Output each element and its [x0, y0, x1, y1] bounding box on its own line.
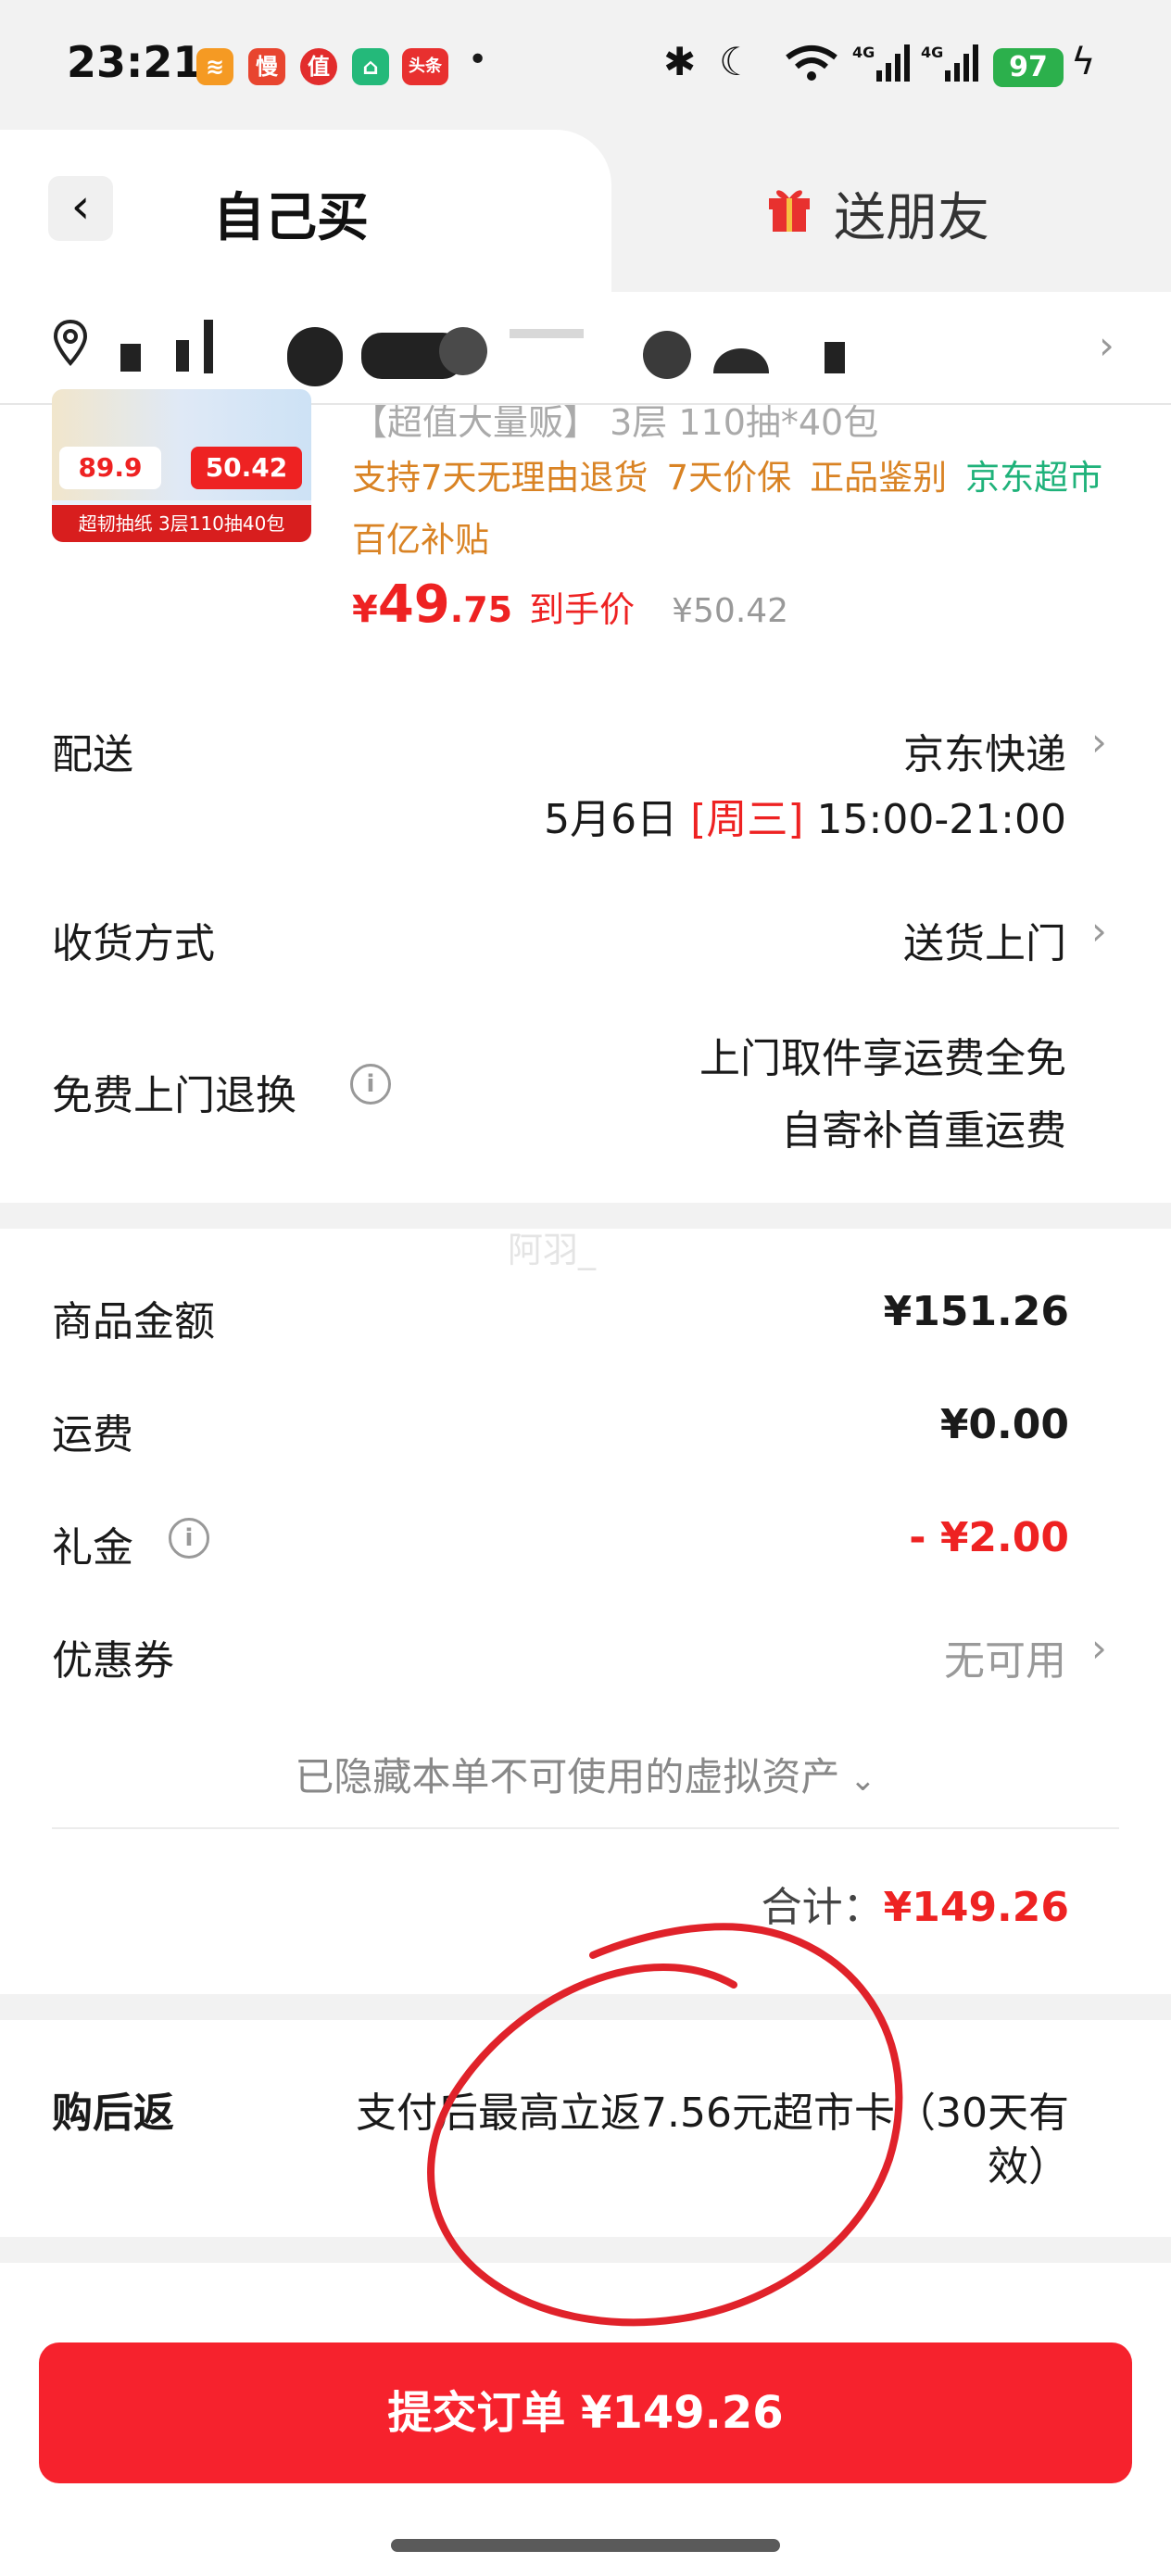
info-icon[interactable]: i: [169, 1518, 209, 1559]
svg-text:4G: 4G: [921, 44, 943, 61]
rebate-text-line2: 效）: [988, 2143, 1069, 2191]
tab-self-buy-label[interactable]: 自己买: [213, 176, 369, 251]
notification-dot-icon: •: [468, 41, 488, 79]
gift-money-value: - ¥2.00: [909, 1514, 1069, 1561]
product-title: 【超值大量贩】 3层 110抽*40包: [352, 402, 879, 443]
price-label: 到手价: [529, 589, 636, 630]
redacted-address: [120, 320, 845, 386]
shipping-label: 运费: [52, 1411, 133, 1458]
do-not-disturb-icon: ☾: [719, 39, 754, 84]
hidden-assets-toggle[interactable]: 已隐藏本单不可使用的虚拟资产 ⌄: [0, 1746, 1171, 1802]
delivery-label: 配送: [52, 731, 133, 778]
value-app-icon: 值: [300, 48, 337, 85]
home-indicator[interactable]: [391, 2539, 780, 2552]
signal-4g-icon: 4G: [852, 44, 910, 82]
svg-text:4G: 4G: [852, 44, 875, 61]
free-return-label: 免费上门退换: [52, 1072, 296, 1119]
signal-4g-icon: 4G: [921, 44, 978, 82]
receive-method-label: 收货方式: [52, 920, 215, 967]
delivery-value[interactable]: 京东快递: [903, 721, 1066, 780]
divider: [52, 1827, 1119, 1829]
charging-icon: ϟ: [1071, 41, 1096, 83]
thumb-caption: 超韧抽纸 3层110抽40包: [52, 505, 311, 542]
free-return-line2: 自寄补首重运费: [781, 1107, 1066, 1155]
goods-amount-label: 商品金额: [52, 1298, 215, 1345]
thumb-price-after: 50.42: [191, 447, 302, 489]
house-app-icon: ⌂: [352, 48, 389, 85]
battery-level: 97: [993, 48, 1064, 87]
price-decimal: .75: [449, 589, 513, 630]
info-icon[interactable]: i: [350, 1064, 391, 1105]
back-button[interactable]: ‹: [48, 176, 113, 241]
price-symbol: ¥: [352, 588, 378, 631]
location-pin-icon: [53, 319, 88, 367]
promo-subsidy: 百亿补贴: [352, 520, 489, 560]
product-price: ¥49.75 到手价 ¥50.42: [352, 575, 788, 635]
delivery-chevron-icon[interactable]: ›: [1091, 719, 1107, 764]
promo-authentic: 正品鉴别: [810, 458, 948, 498]
promo-return: 支持7天无理由退货: [352, 458, 648, 498]
status-time: 23:21: [67, 37, 203, 87]
product-promos: 支持7天无理由退货 7天价保 正品鉴别 京东超市: [352, 449, 1102, 499]
address-chevron-icon[interactable]: ›: [1099, 322, 1114, 368]
coupon-label: 优惠券: [52, 1637, 174, 1685]
stack-app-icon: ≋: [196, 48, 233, 85]
slow-app-icon: 慢: [248, 48, 285, 85]
toutiao-app-icon: 头条: [402, 48, 448, 85]
coupon-chevron-icon[interactable]: ›: [1091, 1625, 1107, 1671]
delivery-date: 5月6日: [544, 796, 678, 843]
goods-amount-value: ¥151.26: [883, 1288, 1069, 1335]
gift-icon[interactable]: [765, 182, 813, 234]
price-original: ¥50.42: [672, 592, 789, 630]
receive-method-chevron-icon[interactable]: ›: [1091, 908, 1107, 953]
wifi-icon: [786, 45, 837, 81]
product-thumbnail[interactable]: 89.9 50.42 超韧抽纸 3层110抽40包: [52, 389, 311, 542]
promo-price-protect: 7天价保: [666, 458, 792, 498]
gift-money-label: 礼金: [52, 1524, 133, 1572]
rebate-label: 购后返: [52, 2090, 174, 2137]
delivery-window: 15:00-21:00: [816, 796, 1066, 843]
chevron-down-icon: ⌄: [839, 1762, 876, 1799]
price-integer: 49: [377, 575, 450, 635]
shipping-value: ¥0.00: [939, 1401, 1069, 1448]
delivery-weekday: [周三]: [690, 796, 804, 843]
watermark: 阿羽_: [508, 1230, 597, 1270]
bluetooth-icon: ✱: [663, 39, 697, 84]
promo-jd-supermarket: 京东超市: [965, 458, 1103, 498]
hidden-assets-label: 已隐藏本单不可使用的虚拟资产: [295, 1754, 840, 1799]
coupon-value[interactable]: 无可用: [944, 1627, 1066, 1686]
tab-send-friend[interactable]: 送朋友: [834, 176, 989, 251]
free-return-line1: 上门取件享运费全免: [699, 1035, 1066, 1082]
thumb-price-before: 89.9: [59, 447, 161, 489]
annotation-circle: [427, 1923, 903, 2327]
delivery-time: 5月6日 [周三] 15:00-21:00: [544, 786, 1066, 845]
receive-method-value[interactable]: 送货上门: [903, 910, 1066, 969]
submit-order-button[interactable]: 提交订单 ¥149.26: [39, 2342, 1132, 2483]
